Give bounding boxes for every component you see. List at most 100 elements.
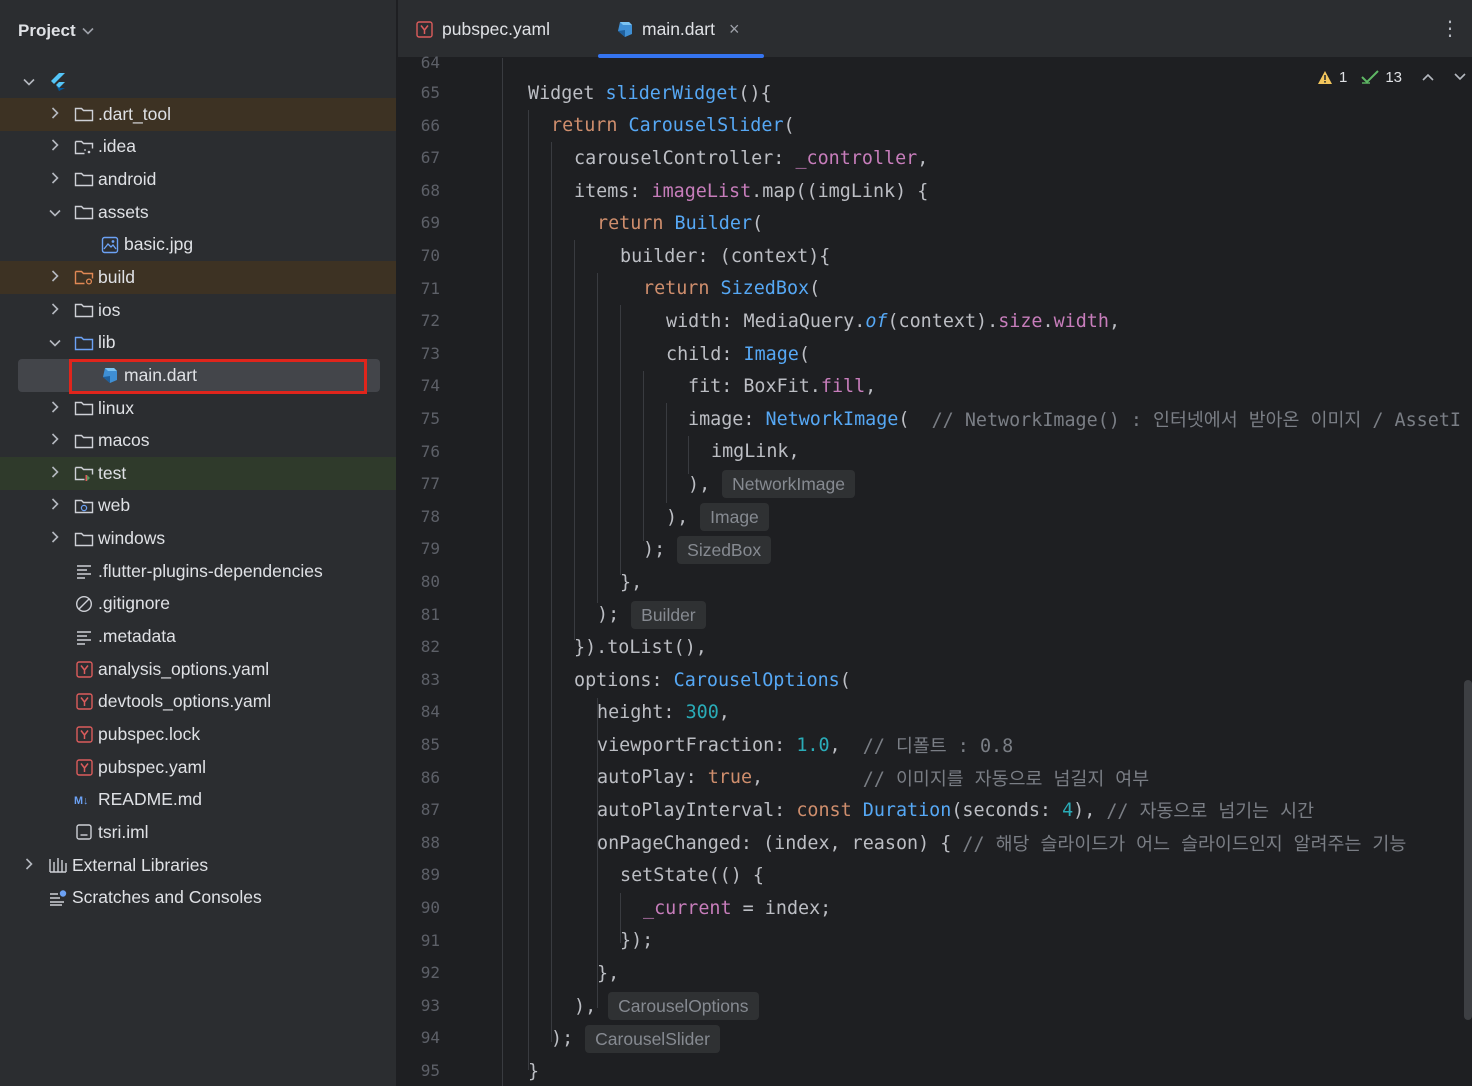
tree-item-label: .metadata [98,626,176,647]
chevron-right-icon[interactable] [48,433,62,448]
indent-guide [502,58,503,1086]
closing-label-hint: CarouselOptions [608,992,759,1021]
chevron-right-icon[interactable] [48,172,62,187]
indent-guide [643,371,644,541]
code-line: builder: (context){ [620,245,831,267]
tree-item-test[interactable]: test [0,456,396,490]
indent-guide [597,273,598,603]
chevron-right-icon[interactable] [48,498,62,513]
tree-item-idea[interactable]: .idea [0,130,396,163]
folder-icon [74,300,94,320]
chevron-down-icon[interactable] [48,205,62,220]
folder-source-icon [74,333,94,353]
tree-item-metadata[interactable]: .metadata [0,620,396,653]
tree-item-pubspec-yaml[interactable]: pubspec.yaml [0,751,396,784]
yaml-file-icon [74,692,94,712]
code-area[interactable]: Widget sliderWidget(){ return CarouselSl… [398,58,1472,1086]
tree-item-pubspec-lock[interactable]: pubspec.lock [0,718,396,751]
tree-item-assets[interactable]: assets [0,196,396,229]
tree-item-android[interactable]: android [0,163,396,196]
svg-text:M↓: M↓ [74,795,88,807]
tree-item-macos[interactable]: macos [0,424,396,457]
chevron-right-icon[interactable] [48,531,62,546]
yaml-file-icon [74,757,94,777]
folder-icon [74,398,94,418]
more-vertical-icon[interactable]: ⋮ [1440,16,1460,41]
folder-config-icon [74,137,94,157]
tree-item-readme-md[interactable]: M↓ README.md [0,783,396,816]
tab-main-dart[interactable]: main.dart × [616,0,739,58]
code-comment: // 해당 슬라이드가 어느 슬라이드인지 알려주는 기능 [962,834,1407,856]
code-line: onPageChanged: (index, reason) { // 해당 슬… [597,827,1406,860]
tree-item-label: assets [98,201,149,222]
tree-item-devtools-options-yaml[interactable]: devtools_options.yaml [0,685,396,718]
flutter-icon [48,72,68,92]
project-header[interactable]: Project [0,0,396,62]
closing-label-hint: CarouselSlider [585,1024,720,1053]
code-line: }, [597,962,620,984]
tree-item-label: devtools_options.yaml [98,691,272,712]
tree-item-label: pubspec.lock [98,724,201,744]
tree-item-label: analysis_options.yaml [98,658,270,679]
tree-item-label: tsri.iml [98,821,149,842]
tree-item-tsri-iml[interactable]: tsri.iml [0,816,396,849]
dart-file-icon [100,365,120,385]
tree-item-windows[interactable]: windows [0,522,396,555]
closing-label-hint: Builder [631,600,706,629]
iml-file-icon [74,822,94,842]
tree-item-label: basic.jpg [124,234,194,255]
chevron-right-icon[interactable] [48,400,62,416]
tree-item-ios[interactable]: ios [0,294,396,327]
chevron-right-icon[interactable] [48,139,62,154]
closing-label-hint: SizedBox [677,535,772,564]
tree-item-dart-tool[interactable]: .dart_tool [0,97,396,131]
tree-item-main-dart[interactable]: main.dart [0,358,396,392]
indent-guide [551,142,552,1042]
code-line: viewportFraction: 1.0, // 디폴트 : 0.8 [597,729,1013,762]
tree-item-label: pubspec.yaml [98,756,206,777]
code-line: carouselController: _controller, [574,147,929,169]
chevron-right-icon[interactable] [22,858,36,873]
tree-item-analysis-options-yaml[interactable]: analysis_options.yaml [0,653,396,686]
tree-item-basic-jpg[interactable]: basic.jpg [0,228,396,261]
tree-item-web[interactable]: web [0,489,396,522]
code-line: autoPlay: true, // 이미지를 자동으로 넘길지 여부 [597,762,1149,795]
library-icon [48,855,68,875]
yaml-file-icon [416,20,433,38]
chevron-down-icon[interactable] [48,335,62,350]
tree-item-linux[interactable]: linux [0,392,396,425]
code-line: }); [620,930,654,952]
tree-item-lib[interactable]: lib [0,326,396,359]
project-title[interactable]: Project [18,21,76,41]
tree-item-label: .flutter-plugins-dependencies [98,560,323,581]
tree-item-gitignore[interactable]: .gitignore [0,587,396,620]
folder-web-icon [74,496,94,516]
tree-item-build[interactable]: build [0,260,396,294]
text-file-icon [74,627,94,647]
chevron-right-icon[interactable] [48,107,62,122]
code-line: return SizedBox( [643,278,821,300]
chevron-down-icon[interactable] [22,74,36,89]
close-icon[interactable]: × [729,19,740,40]
tree-item-flutter-plugins-dependencies[interactable]: .flutter-plugins-dependencies [0,555,396,588]
tree-item-scratches-and-consoles[interactable]: Scratches and Consoles [0,881,396,914]
chevron-right-icon[interactable] [48,270,62,285]
chevron-right-icon[interactable] [48,302,62,318]
tree-item-label: .gitignore [98,593,170,614]
markdown-file-icon: M↓ [74,790,94,810]
code-line: return CarouselSlider( [551,115,795,137]
indent-guide [620,305,621,575]
tree-item-label: macos [98,430,150,451]
chevron-right-icon[interactable] [48,466,62,481]
tree-item-project-root[interactable] [0,65,396,98]
tree-item-external-libraries[interactable]: External Libraries [0,849,396,882]
closing-label-hint: NetworkImage [722,470,855,499]
code-line: ); SizedBox [643,533,772,566]
tree-item-label: test [98,462,127,483]
indent-guide [666,403,667,503]
chevron-down-icon[interactable] [82,24,94,38]
text-file-icon [74,561,94,581]
vertical-scrollbar[interactable] [1464,680,1472,1020]
ignore-file-icon [74,594,94,614]
code-line: imgLink, [711,441,800,463]
